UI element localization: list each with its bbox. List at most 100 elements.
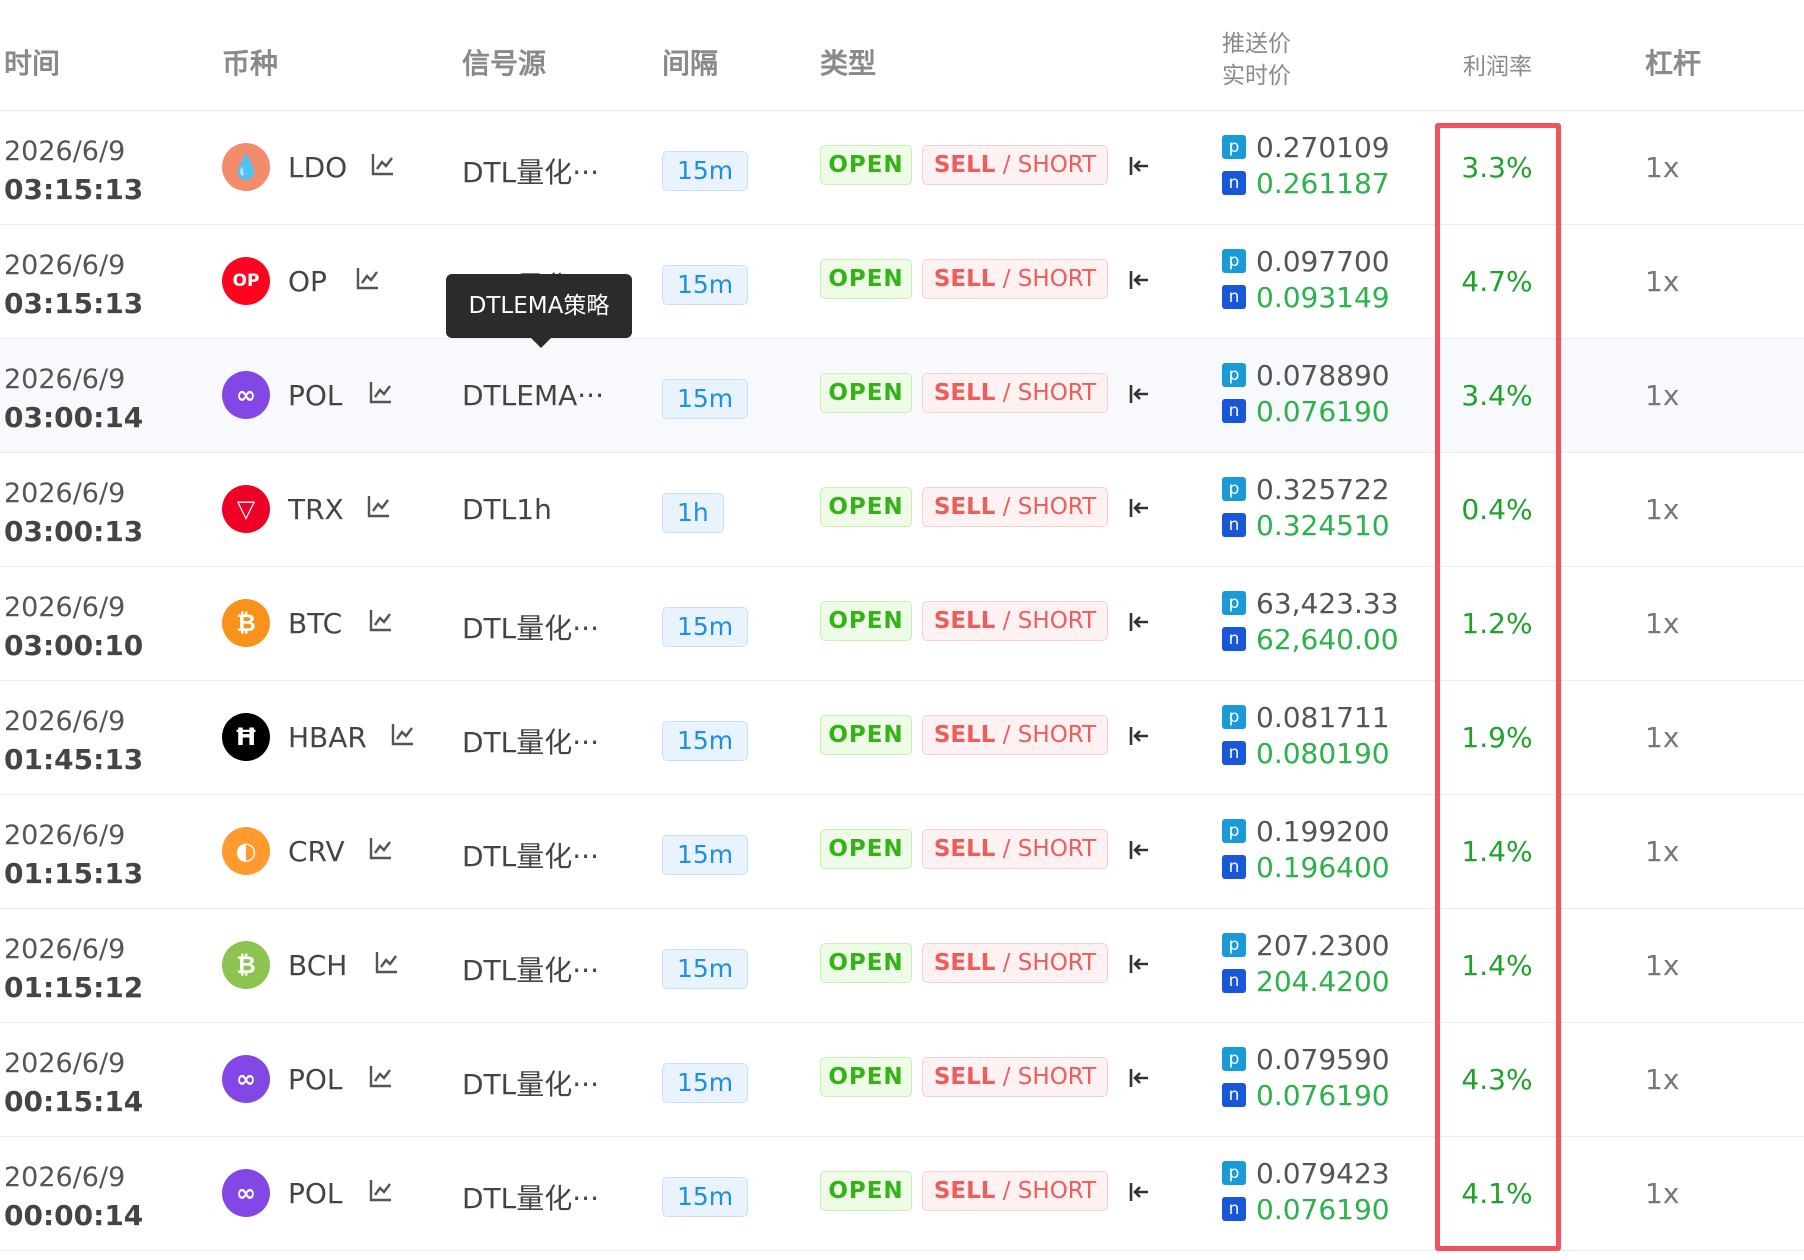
signal-source[interactable]: DTL量化··· bbox=[462, 1063, 599, 1103]
time-text: 00:00:14 bbox=[4, 1199, 144, 1232]
time-text: 00:15:14 bbox=[4, 1085, 144, 1118]
live-price-badge: n bbox=[1222, 969, 1246, 993]
push-price-badge: p bbox=[1222, 591, 1246, 615]
time-cell: 2026/6/9 01:45:13 bbox=[4, 703, 143, 779]
leverage: 1x bbox=[1645, 1063, 1680, 1096]
leverage: 1x bbox=[1645, 607, 1680, 640]
coin-name[interactable]: HBAR bbox=[288, 721, 367, 754]
time-cell: 2026/6/9 03:00:10 bbox=[4, 589, 143, 665]
exit-icon[interactable] bbox=[1126, 609, 1152, 635]
pol-icon: ∞ bbox=[222, 1169, 270, 1217]
chart-icon[interactable] bbox=[368, 1177, 394, 1203]
open-tag: OPEN bbox=[820, 145, 912, 185]
exit-icon[interactable] bbox=[1126, 1179, 1152, 1205]
date-text: 2026/6/9 bbox=[4, 592, 126, 623]
price-cell: p 0.270109 n 0.261187 bbox=[1222, 129, 1390, 201]
push-price-badge: p bbox=[1222, 477, 1246, 501]
time-cell: 2026/6/9 03:00:13 bbox=[4, 475, 143, 551]
push-price: 0.270109 bbox=[1256, 130, 1390, 164]
live-price: 62,640.00 bbox=[1256, 622, 1399, 656]
slash-label: / bbox=[995, 950, 1018, 976]
short-label: SHORT bbox=[1017, 494, 1097, 520]
chart-icon[interactable] bbox=[368, 607, 394, 633]
exit-icon[interactable] bbox=[1126, 381, 1152, 407]
sell-short-tag: SELL / SHORT bbox=[922, 943, 1108, 983]
chart-icon[interactable] bbox=[368, 835, 394, 861]
exit-icon[interactable] bbox=[1126, 951, 1152, 977]
coin-name[interactable]: LDO bbox=[288, 151, 347, 184]
sell-label: SELL bbox=[933, 608, 996, 634]
signal-source[interactable]: DTL量化··· bbox=[462, 607, 599, 647]
time-cell: 2026/6/9 00:00:14 bbox=[4, 1159, 143, 1235]
live-price: 204.4200 bbox=[1256, 964, 1390, 998]
chart-icon[interactable] bbox=[368, 1063, 394, 1089]
header-interval: 间隔 bbox=[662, 47, 719, 80]
coin-name[interactable]: BCH bbox=[288, 949, 347, 982]
header-push-price: 推送价 bbox=[1222, 31, 1291, 57]
push-price-badge: p bbox=[1222, 1161, 1246, 1185]
chart-icon[interactable] bbox=[374, 949, 400, 975]
coin-name[interactable]: POL bbox=[288, 1063, 343, 1096]
date-text: 2026/6/9 bbox=[4, 820, 126, 851]
exit-icon[interactable] bbox=[1126, 837, 1152, 863]
signal-source[interactable]: DTL1h bbox=[462, 493, 552, 526]
push-price-badge: p bbox=[1222, 705, 1246, 729]
push-price: 0.325722 bbox=[1256, 472, 1390, 506]
chart-icon[interactable] bbox=[370, 151, 396, 177]
exit-icon[interactable] bbox=[1126, 153, 1152, 179]
sell-short-tag: SELL / SHORT bbox=[922, 373, 1108, 413]
exit-icon[interactable] bbox=[1126, 495, 1152, 521]
coin-name[interactable]: BTC bbox=[288, 607, 342, 640]
exit-icon[interactable] bbox=[1126, 723, 1152, 749]
signal-source[interactable]: DTL量化··· bbox=[462, 721, 599, 761]
slash-label: / bbox=[995, 836, 1018, 862]
btc-icon: ₿ bbox=[222, 599, 270, 647]
coin-name[interactable]: POL bbox=[288, 1177, 343, 1210]
chart-icon[interactable] bbox=[366, 493, 392, 519]
profit-highlight-box bbox=[1435, 123, 1561, 1251]
coin-name[interactable]: TRX bbox=[288, 493, 344, 526]
leverage: 1x bbox=[1645, 379, 1680, 412]
sell-short-tag: SELL / SHORT bbox=[922, 259, 1108, 299]
pol-icon: ∞ bbox=[222, 1055, 270, 1103]
exit-icon[interactable] bbox=[1126, 1065, 1152, 1091]
leverage: 1x bbox=[1645, 721, 1680, 754]
signal-source[interactable]: DTL量化··· bbox=[462, 151, 599, 191]
time-text: 03:00:14 bbox=[4, 401, 144, 434]
live-price-badge: n bbox=[1222, 399, 1246, 423]
sell-short-tag: SELL / SHORT bbox=[922, 487, 1108, 527]
live-price-badge: n bbox=[1222, 627, 1246, 651]
chart-icon[interactable] bbox=[368, 379, 394, 405]
chart-icon[interactable] bbox=[390, 721, 416, 747]
signal-source[interactable]: DTL量化··· bbox=[462, 1177, 599, 1217]
coin-name[interactable]: CRV bbox=[288, 835, 345, 868]
signal-source[interactable]: DTL量化··· bbox=[462, 949, 599, 989]
signal-source[interactable]: DTLEMA··· bbox=[462, 379, 604, 412]
leverage: 1x bbox=[1645, 151, 1680, 184]
push-price-badge: p bbox=[1222, 249, 1246, 273]
time-cell: 2026/6/9 03:00:14 bbox=[4, 361, 143, 437]
chart-icon[interactable] bbox=[355, 265, 381, 291]
signal-source[interactable]: DTL量化··· bbox=[462, 835, 599, 875]
live-price-badge: n bbox=[1222, 741, 1246, 765]
bch-icon: ₿ bbox=[222, 941, 270, 989]
leverage: 1x bbox=[1645, 265, 1680, 298]
source-tooltip: DTLEMA策略 bbox=[446, 274, 632, 338]
coin-name[interactable]: OP bbox=[288, 265, 327, 298]
sell-label: SELL bbox=[933, 722, 996, 748]
live-price: 0.324510 bbox=[1256, 508, 1390, 542]
header-price: 推送价 实时价 bbox=[1222, 28, 1291, 92]
coin-name[interactable]: POL bbox=[288, 379, 343, 412]
header-profit[interactable]: 利润率 bbox=[1463, 47, 1532, 81]
exit-icon[interactable] bbox=[1126, 267, 1152, 293]
price-cell: p 0.325722 n 0.324510 bbox=[1222, 471, 1390, 543]
push-price: 0.199200 bbox=[1256, 814, 1390, 848]
header-type: 类型 bbox=[820, 47, 877, 80]
push-price: 0.081711 bbox=[1256, 700, 1390, 734]
slash-label: / bbox=[995, 608, 1018, 634]
sell-label: SELL bbox=[933, 494, 996, 520]
push-price: 0.079590 bbox=[1256, 1042, 1390, 1076]
push-price: 0.079423 bbox=[1256, 1156, 1390, 1190]
hbar-icon: Ħ bbox=[222, 713, 270, 761]
short-label: SHORT bbox=[1017, 380, 1097, 406]
